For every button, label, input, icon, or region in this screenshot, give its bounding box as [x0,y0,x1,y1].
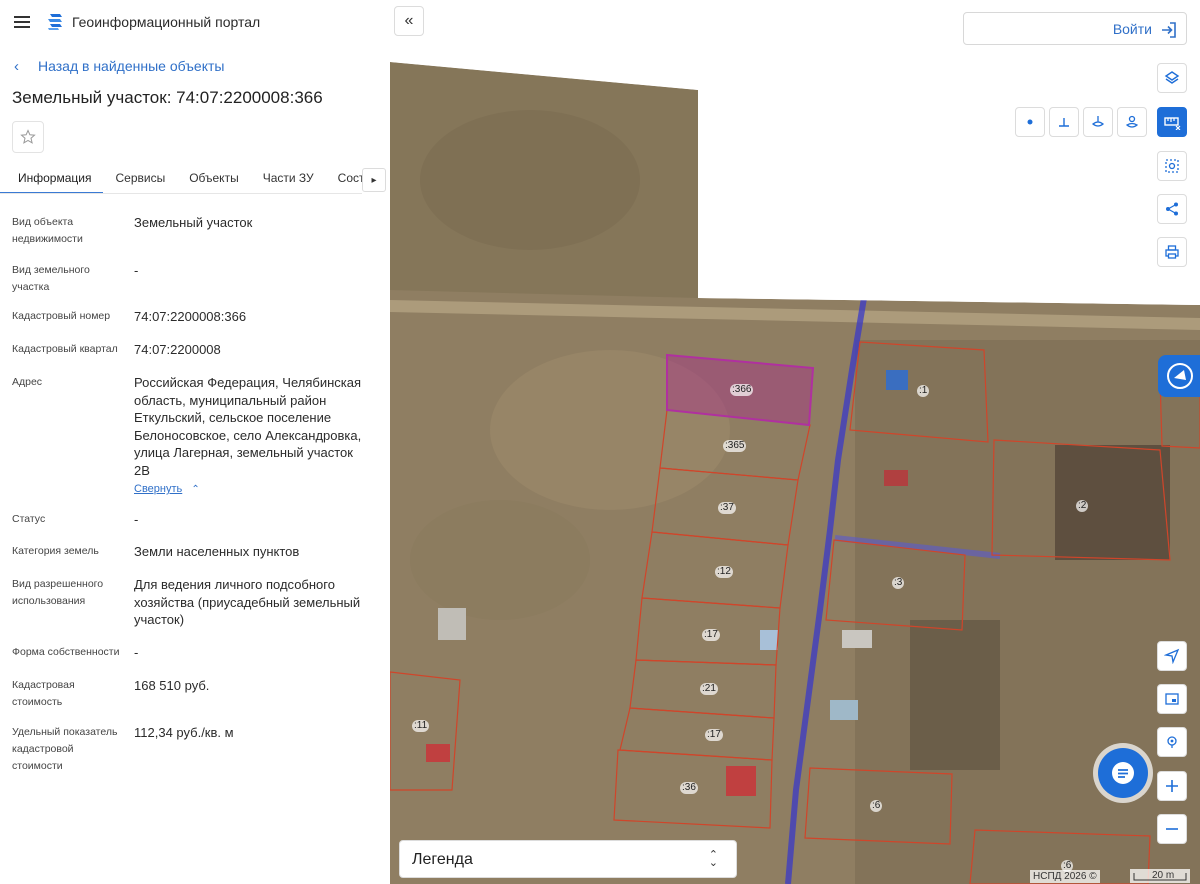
info-value: 112,34 руб./кв. м [134,725,234,740]
measure-radius-button[interactable] [1117,107,1147,137]
zoom-in-button[interactable] [1157,771,1187,801]
chevron-up-icon: ⌃ [191,484,200,495]
info-value: - [134,645,139,660]
login-label: Войти [1112,21,1152,37]
layers-button[interactable] [1157,63,1187,93]
info-value: Для ведения личного подсобного хозяйства… [134,577,361,627]
share-icon [1166,202,1178,216]
map-attribution: НСПД 2026 © [1030,870,1100,883]
tabs-scroll-right-button[interactable]: ▸ [362,168,386,192]
star-icon [20,129,36,144]
plot-label: :17 [702,629,720,641]
collapse-link-label: Свернуть [134,483,183,495]
portal-badge-icon [1167,363,1193,389]
measure-point-button[interactable] [1015,107,1045,137]
plot-label: :21 [700,683,718,695]
info-label: Форма собственности [12,646,120,658]
login-button[interactable]: Войти [963,12,1187,45]
feedback-badge[interactable] [1158,355,1200,397]
plus-icon [1166,780,1178,792]
collapse-panel-button[interactable]: « [394,6,424,36]
app-title: Геоинформационный портал [72,14,261,30]
locate-button[interactable] [1157,641,1187,671]
print-button[interactable] [1157,237,1187,267]
geolocation-button[interactable] [1157,727,1187,757]
info-label: Удельный показатель кадастровой стоимост… [12,726,118,772]
info-panel: Геоинформационный портал ‹ Назад в найде… [0,0,390,884]
layers-icon [1164,71,1180,84]
object-title: Земельный участок: 74:07:2200008:366 [12,88,323,107]
minus-icon [1166,828,1178,830]
legend-dropdown[interactable]: Легенда ⌃ ⌄ [399,840,737,878]
select-area-button[interactable] [1157,151,1187,181]
back-link-label: Назад в найденные объекты [38,58,225,74]
tab-services[interactable]: Сервисы [103,164,177,193]
login-icon [1162,22,1176,38]
info-label: Кадастровая стоимость [12,679,75,708]
minimap-button[interactable] [1157,684,1187,714]
measure-area-button[interactable] [1083,107,1113,137]
share-button[interactable] [1157,194,1187,224]
legend-label: Легенда [412,851,473,868]
info-value: - [134,512,139,527]
chevron-updown-icon: ⌃ ⌄ [708,849,718,869]
printer-icon [1165,245,1179,259]
collapse-link[interactable]: Свернуть ⌃ [134,483,200,495]
info-label: Кадастровый номер [12,310,111,322]
navigation-arrow-icon [1164,648,1180,664]
info-value: Земельный участок [134,215,253,230]
info-label: Вид земельного участка [12,264,90,293]
tabs-bar: Информация Сервисы Объекты Части ЗУ Сост… [0,164,362,194]
tab-parcel-parts[interactable]: Части ЗУ [251,164,326,193]
plot-label: :365 [723,440,747,452]
info-value: Российская Федерация, Челябинская област… [134,375,362,478]
location-pin-icon [1167,736,1177,748]
radius-icon [1125,115,1139,128]
portal-logo-icon [48,14,62,30]
point-icon [1027,119,1033,125]
info-label: Вид разрешенного использования [12,578,104,607]
menu-button[interactable] [12,12,32,32]
plot-label: :17 [705,729,723,741]
info-label: Адрес [12,376,43,388]
minimap-icon [1165,693,1179,705]
scale-label: 20 m [1152,870,1175,881]
plot-label: :366 [730,384,754,396]
chevron-left-icon: ‹ [14,57,19,75]
info-value: - [134,263,139,278]
info-label: Вид объекта недвижимости [12,216,83,245]
scale-bar: 20 m [1130,869,1190,883]
info-value: 168 510 руб. [134,678,210,693]
tab-information[interactable]: Информация [0,164,104,193]
area-icon [1091,116,1105,127]
plot-label: :36 [680,782,698,794]
info-label: Категория земель [12,545,99,557]
tab-composition[interactable]: Состав [326,164,362,193]
ruler-icon [1164,117,1181,130]
chat-icon [1112,762,1134,784]
info-value: Земли населенных пунктов [134,544,300,559]
info-label: Кадастровый квартал [12,343,118,355]
triangle-right-icon: ▸ [371,174,377,186]
favorite-button[interactable] [12,121,44,153]
info-value: 74:07:2200008:366 [134,309,247,324]
measure-line-button[interactable] [1049,107,1079,137]
chat-button[interactable] [1098,748,1148,798]
tab-objects[interactable]: Объекты [177,164,251,193]
info-value: 74:07:2200008 [134,342,221,357]
plot-label: :12 [715,566,733,578]
map-view[interactable]: :366 :365 :37 :12 :17 :21 :17 :36 :11 :1… [390,0,1200,884]
ruler-line-icon [1059,118,1069,127]
measure-tools-button[interactable] [1157,107,1187,137]
back-link[interactable]: ‹ Назад в найденные объекты [14,56,224,76]
plot-label: :11 [412,720,430,732]
plot-label: :37 [718,502,736,514]
select-area-icon [1165,159,1179,173]
info-label: Статус [12,513,46,525]
top-bar: Геоинформационный портал [0,0,390,44]
zoom-out-button[interactable] [1157,814,1187,844]
double-chevron-left-icon: « [404,12,414,29]
